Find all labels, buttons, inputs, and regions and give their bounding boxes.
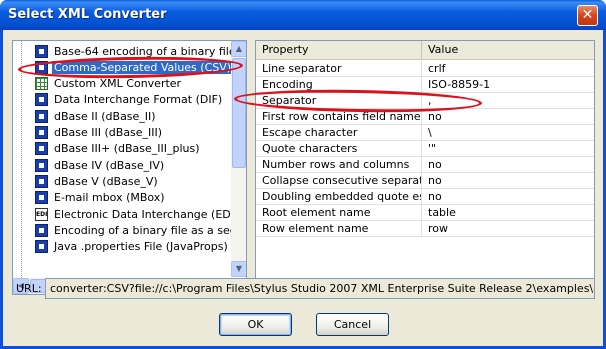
property-name: Collapse consecutive separators [256, 173, 422, 189]
converter-list-item[interactable]: dBase V (dBase_V) [35, 173, 160, 189]
vertical-scroll-thumb[interactable] [232, 58, 246, 168]
tree-connector-lines [21, 41, 33, 294]
property-name: Root element name [256, 205, 422, 221]
property-row[interactable]: Separator, [256, 93, 594, 109]
converter-list[interactable]: Base-64 encoding of a binary file as Comm… [12, 40, 247, 295]
converter-icon [35, 126, 48, 139]
converter-list-item[interactable]: Encoding of a binary file as a seque [35, 222, 247, 238]
converter-list-item[interactable]: Custom XML Converter [35, 76, 183, 92]
edi-icon: EDI [35, 207, 48, 221]
converter-list-item-label: Data Interchange Format (DIF) [54, 93, 223, 107]
converter-list-item[interactable]: Comma-Separated Values (CSV) [35, 59, 234, 75]
title-bar: Select XML Converter ✕ [0, 0, 606, 30]
converter-list-item-label: dBase IV (dBase_IV) [54, 158, 165, 172]
converter-icon [35, 240, 48, 254]
property-name: Number rows and columns [256, 157, 422, 173]
converter-list-item[interactable]: Base-64 encoding of a binary file as [35, 43, 247, 59]
converter-list-item[interactable]: E-mail mbox (MBox) [35, 190, 167, 206]
property-row[interactable]: Row element name row [256, 221, 594, 237]
property-name: Row element name [256, 221, 422, 237]
column-header-value[interactable]: Value [422, 41, 594, 60]
property-name: Escape character [256, 125, 422, 141]
converter-icon [35, 223, 48, 237]
converter-list-item-label: Encoding of a binary file as a seque [54, 223, 247, 237]
property-row[interactable]: Quote characters '" [256, 141, 594, 157]
dialog-title: Select XML Converter [8, 7, 167, 22]
column-header-property[interactable]: Property [256, 41, 422, 60]
property-value[interactable]: crlf [422, 61, 594, 77]
property-grid-header: Property Value [256, 41, 594, 60]
grid-icon [35, 77, 48, 91]
property-row[interactable]: Line separator crlf [256, 61, 594, 77]
converter-list-item[interactable]: Java .properties File (JavaProps) [35, 239, 230, 255]
property-row[interactable]: First row contains field names no [256, 109, 594, 125]
ok-button[interactable]: OK [219, 313, 292, 336]
property-value[interactable]: , [422, 93, 594, 109]
property-value[interactable]: table [422, 205, 594, 221]
property-value[interactable]: no [422, 173, 594, 189]
converter-icon [35, 60, 48, 74]
dialog-body: Base-64 encoding of a binary file as Comm… [3, 30, 603, 346]
property-row[interactable]: Escape character \ [256, 125, 594, 141]
vertical-scrollbar[interactable]: ▲ ▼ [231, 41, 246, 277]
property-row[interactable]: Collapse consecutive separatorsno [256, 173, 594, 189]
converter-icon [35, 142, 48, 156]
property-name: First row contains field names [256, 109, 422, 125]
property-row[interactable]: Root element name table [256, 205, 594, 221]
url-field[interactable]: converter:CSV?file://c:\Program Files\St… [45, 278, 595, 299]
property-value[interactable]: no [422, 157, 594, 173]
select-xml-converter-dialog: Select XML Converter ✕ Base-64 encoding … [0, 0, 606, 349]
property-value[interactable]: ISO-8859-1 [422, 77, 594, 93]
converter-icon [35, 158, 48, 172]
close-icon: ✕ [581, 7, 594, 23]
converter-icon [35, 93, 48, 107]
property-name: Doubling embedded quote esc... [256, 189, 422, 205]
converter-icon [35, 109, 48, 123]
converter-icon [35, 174, 48, 188]
converter-list-item[interactable]: dBase III+ (dBase_III_plus) [35, 141, 202, 157]
property-value[interactable]: \ [422, 125, 594, 141]
converter-list-item-label: Electronic Data Interchange (EDI) [54, 207, 239, 221]
converter-list-item[interactable]: dBase IV (dBase_IV) [35, 157, 166, 173]
converter-list-item[interactable]: EDI Electronic Data Interchange (EDI) [35, 206, 240, 222]
converter-list-item-label: E-mail mbox (MBox) [54, 191, 165, 205]
property-row[interactable]: Doubling embedded quote esc...no [256, 189, 594, 205]
scroll-down-button[interactable]: ▼ [231, 261, 246, 277]
property-name: Line separator [256, 61, 422, 77]
property-row[interactable]: Encoding ISO-8859-1 [256, 77, 594, 93]
cancel-button[interactable]: Cancel [316, 313, 389, 336]
property-value[interactable]: no [422, 109, 594, 125]
property-name: Encoding [256, 77, 422, 93]
converter-list-item-label: Base-64 encoding of a binary file as [54, 44, 247, 58]
close-button[interactable]: ✕ [577, 5, 598, 26]
converter-list-item-label: dBase II (dBase_II) [54, 109, 156, 123]
converter-list-item-label: dBase III+ (dBase_III_plus) [54, 142, 200, 156]
converter-list-item-label: Comma-Separated Values (CSV) [52, 60, 234, 74]
property-row[interactable]: Number rows and columns no [256, 157, 594, 173]
converter-list-item[interactable]: Data Interchange Format (DIF) [35, 92, 224, 108]
converter-list-item[interactable]: dBase III (dBase_III) [35, 125, 164, 141]
converter-icon [35, 44, 48, 58]
property-value[interactable]: row [422, 221, 594, 237]
converter-list-item[interactable]: dBase II (dBase_II) [35, 108, 158, 124]
converter-list-item-label: dBase V (dBase_V) [54, 174, 158, 188]
property-grid[interactable]: Property Value Line separator crlf Encodin… [255, 40, 595, 295]
property-value[interactable]: no [422, 189, 594, 205]
property-name: Separator [256, 93, 422, 109]
converter-list-item-label: Custom XML Converter [54, 77, 182, 91]
property-value[interactable]: '" [422, 141, 594, 157]
converter-icon [35, 191, 48, 205]
url-label: URL: [16, 282, 42, 295]
converter-list-item-label: Java .properties File (JavaProps) [54, 240, 228, 254]
converter-list-item-label: dBase III (dBase_III) [54, 126, 163, 139]
property-name: Quote characters [256, 141, 422, 157]
scroll-up-button[interactable]: ▲ [231, 41, 246, 57]
